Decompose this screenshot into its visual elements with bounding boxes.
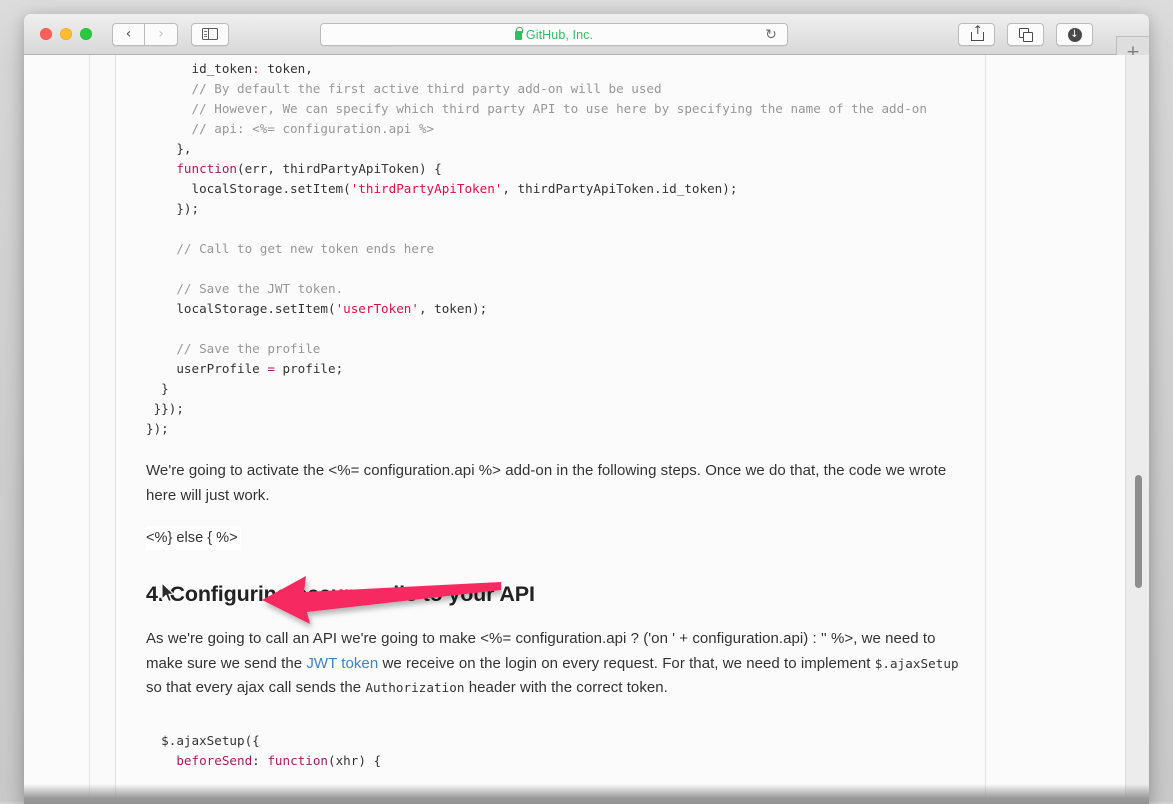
code-token: }, <box>146 141 192 156</box>
forward-button[interactable]: › <box>145 23 178 46</box>
code-token: beforeSend <box>146 753 252 768</box>
code-token: function <box>267 753 328 768</box>
share-button[interactable] <box>958 23 995 46</box>
tab-overview-button[interactable] <box>1007 23 1044 46</box>
code-token: // Save the JWT token. <box>146 281 343 296</box>
code-token: // Call to get new token ends here <box>146 241 434 256</box>
inline-code-authorization: Authorization <box>365 680 464 695</box>
toolbar-right-buttons: ↓ <box>958 23 1093 46</box>
downloads-button[interactable]: ↓ <box>1056 23 1093 46</box>
vertical-scrollbar-thumb[interactable] <box>1135 475 1142 588</box>
code-token: localStorage.setItem( <box>146 181 351 196</box>
code-token: , thirdPartyApiToken.id_token); <box>502 181 737 196</box>
code-block-bottom: $.ajaxSetup({ beforeSend: function(xhr) … <box>146 731 975 771</box>
url-text: GitHub, Inc. <box>526 28 593 42</box>
code-token: profile; <box>275 361 343 376</box>
navigation-buttons: ‹ › <box>112 23 178 46</box>
code-token: token, <box>260 61 313 76</box>
code-token: }); <box>146 201 199 216</box>
code-token: (xhr) { <box>328 753 381 768</box>
else-template-tag: <%} else { %> <box>146 526 241 550</box>
chevron-left-icon: ‹ <box>126 27 132 41</box>
sidebar-icon <box>202 28 218 40</box>
maximize-window-button[interactable] <box>80 28 92 40</box>
code-token: // api: <%= configuration.api %> <box>146 121 434 136</box>
close-window-button[interactable] <box>40 28 52 40</box>
web-page-viewport: id_token: token, // By default the first… <box>24 55 1149 804</box>
jwt-token-link[interactable]: JWT token <box>306 655 378 672</box>
code-token: } <box>146 381 169 396</box>
code-token: userProfile <box>146 361 267 376</box>
inline-code-ajaxsetup: $.ajaxSetup <box>875 656 959 671</box>
code-token: = <box>267 361 275 376</box>
page-right-margin <box>985 55 1125 804</box>
code-token: 'userToken' <box>336 301 419 316</box>
paragraph-text-part2: we receive on the login on every request… <box>378 655 874 672</box>
browser-toolbar: ‹ › GitHub, Inc. ↻ <box>24 14 1149 55</box>
window-bottom-shadow <box>24 784 1149 804</box>
code-token: : <box>252 61 260 76</box>
code-token: // Save the profile <box>146 341 320 356</box>
chevron-right-icon: › <box>158 27 164 41</box>
back-button[interactable]: ‹ <box>112 23 145 46</box>
code-token: localStorage.setItem( <box>146 301 336 316</box>
code-token: , token); <box>419 301 487 316</box>
reload-button[interactable]: ↻ <box>763 27 779 43</box>
code-token: (err, thirdPartyApiToken) { <box>237 161 442 176</box>
mouse-pointer-cursor <box>161 582 175 603</box>
paragraph-activate-addon: We're going to activate the <%= configur… <box>146 459 974 508</box>
article-content-column: id_token: token, // By default the first… <box>115 55 985 804</box>
safari-browser-window: ‹ › GitHub, Inc. ↻ <box>24 14 1149 804</box>
lock-icon <box>515 31 522 40</box>
vertical-scrollbar-track[interactable] <box>1125 55 1149 804</box>
code-token: }}); <box>146 401 184 416</box>
code-token: id_token <box>146 61 252 76</box>
address-bar[interactable]: GitHub, Inc. ↻ <box>320 23 788 46</box>
minimize-window-button[interactable] <box>60 28 72 40</box>
window-traffic-lights <box>40 28 92 40</box>
sidebar-toggle-button[interactable] <box>191 23 229 46</box>
download-icon: ↓ <box>1068 28 1082 42</box>
share-icon <box>971 28 982 41</box>
code-token: }); <box>146 421 169 436</box>
site-identity: GitHub, Inc. <box>515 28 593 42</box>
code-token <box>146 161 176 176</box>
paragraph-secure-calls: As we're going to call an API we're goin… <box>146 627 975 701</box>
code-token: 'thirdPartyApiToken' <box>351 181 503 196</box>
paragraph-text-part4: header with the correct token. <box>465 679 668 696</box>
code-token: // By default the first active third par… <box>146 81 662 96</box>
code-token: $.ajaxSetup({ <box>146 733 260 748</box>
code-token: function <box>176 161 237 176</box>
page-left-margin <box>24 55 90 804</box>
tab-overview-icon <box>1019 28 1032 41</box>
code-block-top: id_token: token, // By default the first… <box>146 55 975 439</box>
desktop-background: ‹ › GitHub, Inc. ↻ <box>0 0 1173 802</box>
code-token: : <box>252 753 267 768</box>
code-token: // However, We can specify which third p… <box>146 101 927 116</box>
section-heading: 4. Configuring secure calls to your API <box>146 582 975 607</box>
page-gutter <box>90 55 115 804</box>
paragraph-text-part3: so that every ajax call sends the <box>146 679 365 696</box>
